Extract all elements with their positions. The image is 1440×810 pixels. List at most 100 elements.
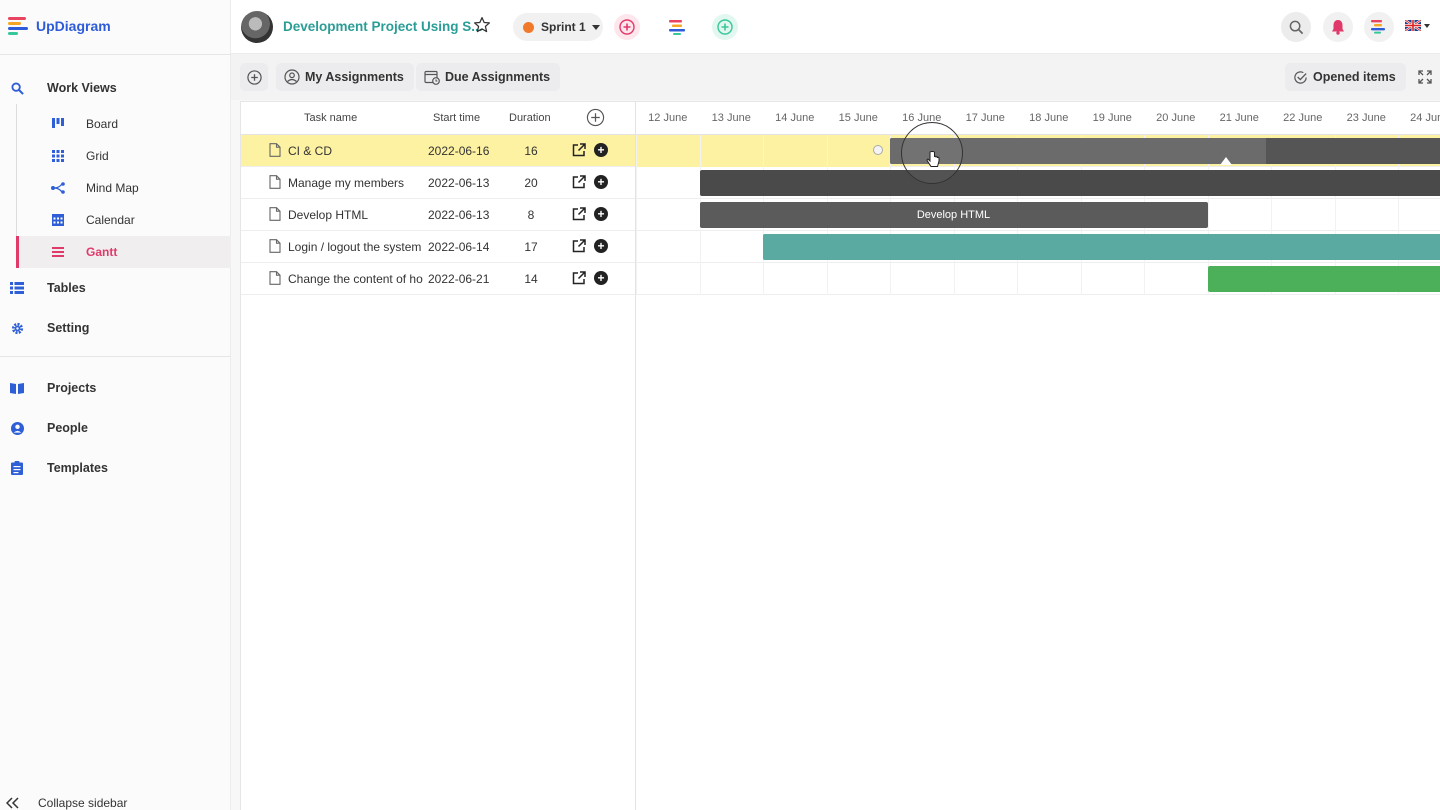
language-selector[interactable] bbox=[1405, 20, 1430, 31]
fullscreen-button[interactable] bbox=[1418, 70, 1432, 89]
clipboard-icon bbox=[10, 461, 24, 475]
task-duration: 8 bbox=[527, 208, 535, 222]
gantt-bar[interactable]: Develop HTML bbox=[699, 202, 1208, 228]
header: Development Project Using S... Sprint 1 bbox=[231, 0, 1440, 54]
nav-templates[interactable]: Templates bbox=[0, 452, 231, 484]
sprint-selector[interactable]: Sprint 1 bbox=[513, 13, 603, 41]
nav-board[interactable]: Board bbox=[16, 108, 231, 140]
project-title[interactable]: Development Project Using S... bbox=[283, 19, 483, 34]
task-start-time: 2022-06-14 bbox=[428, 240, 490, 254]
logo-mark-icon bbox=[8, 16, 30, 36]
sidebar: UpDiagram Work Views Board Grid Mind Map… bbox=[0, 0, 231, 810]
task-start-time: 2022-06-13 bbox=[428, 176, 490, 190]
open-external-icon[interactable] bbox=[572, 271, 586, 285]
timeline-gridline bbox=[636, 135, 637, 295]
gantt-bar[interactable] bbox=[1207, 266, 1440, 292]
magnifier-icon bbox=[10, 81, 24, 95]
nav-label: Tables bbox=[47, 281, 86, 295]
collapse-sidebar-button[interactable]: Collapse sidebar bbox=[6, 796, 127, 810]
add-task-button[interactable] bbox=[586, 108, 605, 130]
nav-label: Calendar bbox=[86, 213, 135, 227]
sprint-status-dot bbox=[523, 21, 534, 33]
app-name: UpDiagram bbox=[36, 18, 111, 34]
nav-setting[interactable]: Setting bbox=[0, 312, 231, 344]
due-assignments-button[interactable]: Due Assignments bbox=[416, 63, 561, 91]
task-start-time: 2022-06-13 bbox=[428, 208, 490, 222]
add-sprint-button[interactable] bbox=[614, 14, 640, 40]
caret-down-icon bbox=[591, 24, 600, 30]
divider bbox=[0, 356, 231, 357]
gantt-view-button[interactable] bbox=[665, 14, 691, 40]
add-filter-button[interactable] bbox=[240, 63, 268, 91]
plus-circle-icon bbox=[619, 19, 635, 35]
nav-label: Gantt bbox=[86, 245, 118, 259]
task-duration: 20 bbox=[524, 176, 538, 190]
nav-tables[interactable]: Tables bbox=[0, 272, 231, 304]
nav-label: Work Views bbox=[47, 81, 117, 95]
link-handle[interactable] bbox=[873, 145, 883, 155]
task-duration: 14 bbox=[524, 272, 538, 286]
hand-pointer-icon bbox=[926, 151, 940, 167]
document-icon bbox=[269, 239, 281, 253]
star-icon[interactable] bbox=[473, 16, 491, 34]
user-icon bbox=[10, 421, 24, 435]
add-subtask-button[interactable]: + bbox=[594, 207, 608, 221]
gantt-bar[interactable]: Login / logout the system bbox=[763, 234, 1440, 260]
gantt-bar[interactable]: Manage my members bbox=[699, 170, 1440, 196]
open-external-icon[interactable] bbox=[572, 207, 586, 221]
task-name[interactable]: Login / logout the system bbox=[288, 240, 423, 254]
open-external-icon[interactable] bbox=[572, 239, 586, 253]
gantt-bar-progress bbox=[763, 234, 1440, 260]
open-external-icon[interactable] bbox=[572, 143, 586, 157]
toolbar: My Assignments Due Assignments Opened it… bbox=[231, 54, 1440, 100]
search-icon bbox=[1289, 20, 1303, 34]
document-icon bbox=[269, 175, 281, 189]
add-subtask-button[interactable]: + bbox=[594, 239, 608, 253]
nav-projects[interactable]: Projects bbox=[0, 372, 231, 404]
opened-items-button[interactable]: Opened items bbox=[1285, 63, 1406, 91]
user-menu-button[interactable] bbox=[1364, 12, 1394, 42]
task-name[interactable]: Develop HTML bbox=[288, 208, 423, 222]
task-name[interactable]: Manage my members bbox=[288, 176, 423, 190]
gantt-bar[interactable]: CI & CD bbox=[890, 138, 1440, 164]
add-subtask-button[interactable]: + bbox=[594, 175, 608, 189]
board-icon bbox=[51, 117, 65, 131]
list-icon bbox=[10, 281, 24, 295]
divider bbox=[0, 54, 231, 55]
mind-map-icon bbox=[51, 181, 65, 195]
sprint-label: Sprint 1 bbox=[541, 20, 586, 34]
button-label: Opened items bbox=[1313, 70, 1396, 84]
open-external-icon[interactable] bbox=[572, 175, 586, 189]
search-button[interactable] bbox=[1281, 12, 1311, 42]
project-avatar[interactable] bbox=[241, 11, 273, 43]
my-assignments-button[interactable]: My Assignments bbox=[276, 63, 414, 91]
column-header-duration[interactable]: Duration bbox=[509, 112, 551, 124]
app-logo[interactable]: UpDiagram bbox=[8, 16, 111, 36]
task-start-time: 2022-06-21 bbox=[428, 272, 490, 286]
grid-header: Task name Start time Duration bbox=[241, 102, 635, 135]
nav-work-views[interactable]: Work Views bbox=[0, 72, 231, 104]
calendar-clock-icon bbox=[424, 69, 440, 85]
notifications-button[interactable] bbox=[1323, 12, 1353, 42]
column-header-start-time[interactable]: Start time bbox=[433, 112, 480, 124]
add-view-button[interactable] bbox=[712, 14, 738, 40]
drag-cursor-indicator bbox=[901, 122, 963, 184]
nav-mind-map[interactable]: Mind Map bbox=[16, 172, 231, 204]
nav-people[interactable]: People bbox=[0, 412, 231, 444]
app-lines-icon bbox=[669, 20, 685, 35]
nav-grid[interactable]: Grid bbox=[16, 140, 231, 172]
nav-calendar[interactable]: Calendar bbox=[16, 204, 231, 236]
book-icon bbox=[10, 381, 24, 395]
document-icon bbox=[269, 271, 281, 285]
add-subtask-button[interactable]: + bbox=[594, 143, 608, 157]
task-name[interactable]: CI & CD bbox=[288, 144, 423, 158]
caret-down-icon bbox=[1424, 23, 1430, 28]
add-subtask-button[interactable]: + bbox=[594, 271, 608, 285]
task-name[interactable]: Change the content of home page bbox=[288, 272, 423, 286]
document-icon bbox=[269, 207, 281, 221]
column-header-task-name[interactable]: Task name bbox=[304, 112, 357, 124]
timeline-chart: CI & CD Manage my members Develop HTML Logi… bbox=[636, 102, 1440, 810]
nav-gantt[interactable]: Gantt bbox=[16, 236, 231, 268]
nav-label: Board bbox=[86, 117, 119, 131]
progress-drag-handle[interactable] bbox=[1220, 157, 1233, 165]
